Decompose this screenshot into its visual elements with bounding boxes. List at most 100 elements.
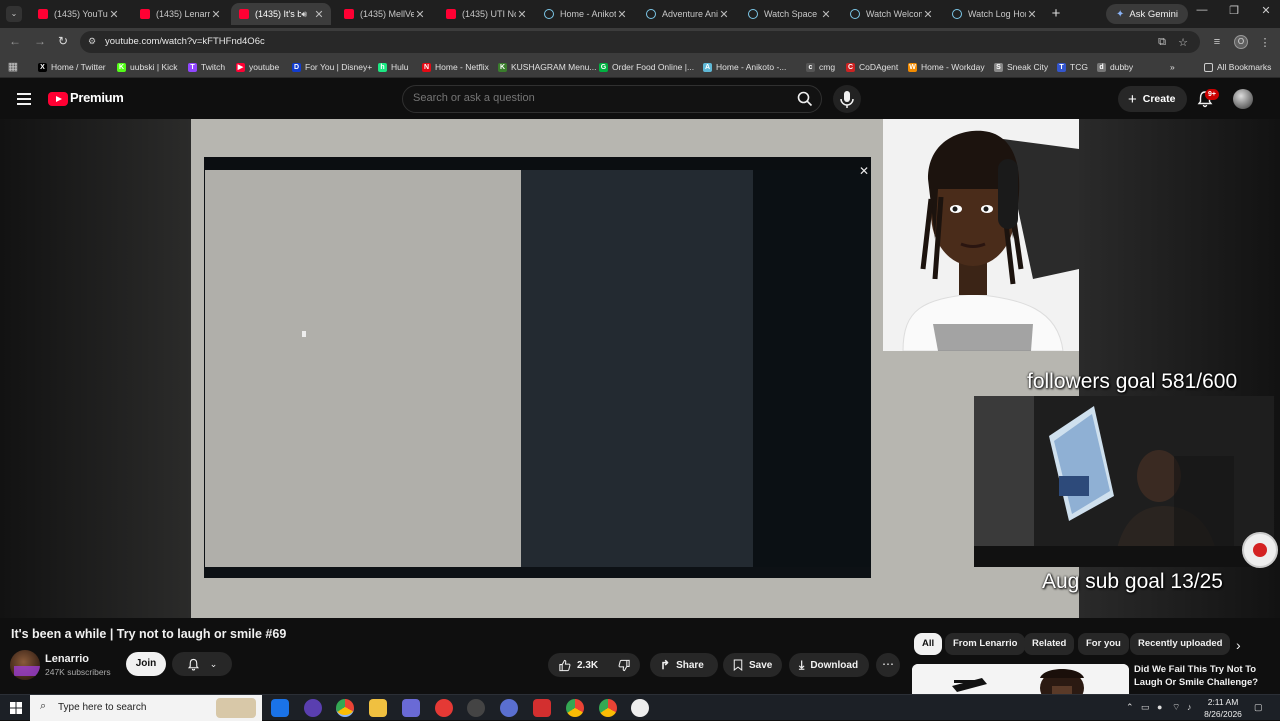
close-window-icon[interactable]: ✕ — [1254, 4, 1278, 22]
browser-menu-icon[interactable]: ⋮ — [1258, 36, 1272, 49]
bookmark-item[interactable]: A Home - Anikoto -... — [703, 60, 786, 74]
file-explorer-icon[interactable] — [369, 699, 387, 717]
chrome-active-icon[interactable] — [336, 699, 354, 717]
bookmarks-overflow-icon[interactable]: » — [1170, 60, 1175, 74]
windows-start-icon[interactable] — [10, 702, 22, 714]
close-tab-icon[interactable]: ✕ — [210, 8, 222, 21]
bookmark-item[interactable]: C CoDAgent — [846, 60, 898, 74]
tray-wifi-icon[interactable]: ⌔ — [1172, 702, 1180, 713]
close-tab-icon[interactable]: ✕ — [718, 8, 730, 21]
game-app-icon[interactable] — [402, 699, 420, 717]
browser-tab[interactable]: Watch Log Hor ✕ — [944, 3, 1044, 25]
bookmark-item[interactable]: Kuubski | Kick — [117, 60, 178, 74]
chrome-icon-2[interactable] — [599, 699, 617, 717]
close-tab-icon[interactable]: ✕ — [820, 8, 832, 21]
close-tab-icon[interactable]: ✕ — [313, 8, 325, 21]
taskbar-search-box[interactable]: ⌕ Type here to search — [30, 695, 262, 721]
bookmark-item[interactable]: D For You | Disney+ — [292, 60, 372, 74]
share-button[interactable]: ↱ Share — [650, 653, 718, 677]
chip-recently-uploaded[interactable]: Recently uploaded — [1130, 633, 1231, 655]
recommended-video-thumbnail[interactable] — [912, 664, 1129, 694]
chip-all[interactable]: All — [914, 633, 943, 655]
address-bar[interactable]: ⚙ youtube.com/watch?v=kFTHFnd4O6c — [80, 31, 1200, 53]
close-tab-icon[interactable]: ✕ — [922, 8, 934, 21]
browser-tab[interactable]: Watch Space Pi ✕ — [740, 3, 838, 25]
apps-grid-icon[interactable]: ▦ — [6, 60, 20, 73]
reading-list-icon[interactable]: ≡ — [1210, 36, 1224, 48]
subscribed-notification-button[interactable]: ⌄ — [172, 652, 232, 676]
back-arrow-icon[interactable]: ← — [7, 34, 23, 48]
chip-related[interactable]: Related — [1024, 633, 1075, 655]
browser-tab[interactable]: (1435) Lenarrio ✕ — [132, 3, 228, 25]
obs-app-icon[interactable] — [467, 699, 485, 717]
chevron-right-icon[interactable]: › — [1236, 637, 1241, 653]
close-tab-icon[interactable]: ✕ — [616, 8, 628, 21]
taskview-app-icon[interactable] — [271, 699, 289, 717]
chrome-icon[interactable] — [566, 699, 584, 717]
tray-mic-icon[interactable]: ● — [1157, 702, 1162, 712]
app-icon-discord-like[interactable] — [304, 699, 322, 717]
dislike-button[interactable] — [608, 653, 641, 677]
bookmark-item[interactable]: X Home / Twitter — [38, 60, 106, 74]
browser-tab[interactable]: (1435) MellVen ✕ — [336, 3, 432, 25]
close-tab-icon[interactable]: ✕ — [414, 8, 426, 21]
bookmark-item[interactable]: c cmg — [806, 60, 835, 74]
notification-center-icon[interactable]: ▢ — [1254, 702, 1263, 713]
channel-name[interactable]: Lenarrio — [45, 653, 89, 665]
restore-window-icon[interactable]: ❐ — [1222, 4, 1246, 22]
youtube-logo-icon[interactable] — [48, 92, 68, 106]
like-button[interactable]: 2.3K — [548, 653, 608, 677]
recommended-video-title[interactable]: Did We Fail This Try Not To Laugh Or Smi… — [1134, 663, 1274, 689]
bookmark-item[interactable]: T TCG — [1057, 60, 1088, 74]
app-icon-blue[interactable] — [500, 699, 518, 717]
channel-avatar[interactable] — [10, 650, 40, 680]
url-text[interactable]: youtube.com/watch?v=kFTHFnd4O6c — [105, 36, 265, 47]
taskbar-clock[interactable]: 2:11 AM 8/26/2026 — [1199, 696, 1247, 720]
chip-for-you[interactable]: For you — [1078, 633, 1129, 655]
minimize-window-icon[interactable]: — — [1190, 4, 1214, 22]
search-input[interactable] — [413, 92, 783, 104]
browser-tab[interactable]: Watch Welcome ✕ — [842, 3, 940, 25]
more-actions-icon[interactable]: ⋯ — [876, 653, 900, 677]
bookmark-item[interactable]: ▶ youtube — [236, 60, 279, 74]
close-tab-icon[interactable]: ✕ — [516, 8, 528, 21]
clock-app-icon[interactable] — [631, 699, 649, 717]
bookmark-item[interactable]: W Home - Workday — [908, 60, 985, 74]
browser-tab[interactable]: Adventure Anim ✕ — [638, 3, 736, 25]
tray-network-icon[interactable]: ▭ — [1141, 702, 1150, 713]
search-box[interactable] — [402, 85, 822, 113]
ask-gemini-button[interactable]: ✦ Ask Gemini — [1106, 4, 1188, 24]
bookmark-item[interactable]: T Twitch — [188, 60, 225, 74]
video-player[interactable]: ✕ — [191, 119, 1079, 618]
tab-search-button[interactable]: ⌄ — [6, 6, 22, 22]
voice-search-button[interactable] — [833, 85, 861, 113]
account-avatar[interactable] — [1233, 89, 1253, 109]
profile-avatar[interactable]: O — [1234, 35, 1248, 49]
close-tab-icon[interactable]: ✕ — [108, 8, 120, 21]
join-button[interactable]: Join — [126, 652, 166, 676]
chip-from-channel[interactable]: From Lenarrio — [945, 633, 1026, 655]
save-button[interactable]: Save — [723, 653, 782, 677]
download-button[interactable]: ⤓ Download — [789, 653, 869, 677]
bookmark-item[interactable]: d dubby — [1097, 60, 1133, 74]
create-button[interactable]: + Create — [1118, 86, 1188, 112]
tray-volume-icon[interactable]: ♪ — [1187, 702, 1192, 712]
bookmark-item[interactable]: S Sneak City — [994, 60, 1048, 74]
browser-tab[interactable]: (1435) UTI Now ✕ — [438, 3, 534, 25]
browser-tab[interactable]: (1435) YouTube ✕ — [30, 3, 126, 25]
tray-chevron-icon[interactable]: ⌃ — [1126, 702, 1134, 713]
media-app-icon[interactable] — [435, 699, 453, 717]
site-info-icon[interactable]: ⚙ — [88, 36, 100, 48]
forward-arrow-icon[interactable]: → — [32, 34, 48, 48]
app-icon-red[interactable] — [533, 699, 551, 717]
all-bookmarks-folder[interactable]: All Bookmarks — [1204, 60, 1271, 74]
bookmark-star-icon[interactable]: ☆ — [1176, 36, 1190, 49]
bookmark-item[interactable]: G Order Food Online |... — [599, 60, 694, 74]
browser-tab-active[interactable]: (1435) It's b 🔊︎ ✕ — [231, 3, 331, 25]
bookmark-item[interactable]: N Home - Netflix — [422, 60, 489, 74]
search-icon[interactable] — [797, 91, 813, 107]
new-tab-icon[interactable]: + — [1048, 5, 1064, 22]
menu-icon[interactable] — [17, 93, 31, 105]
close-tab-icon[interactable]: ✕ — [1026, 8, 1038, 21]
browser-tab[interactable]: Home - Anikoto ✕ — [536, 3, 634, 25]
